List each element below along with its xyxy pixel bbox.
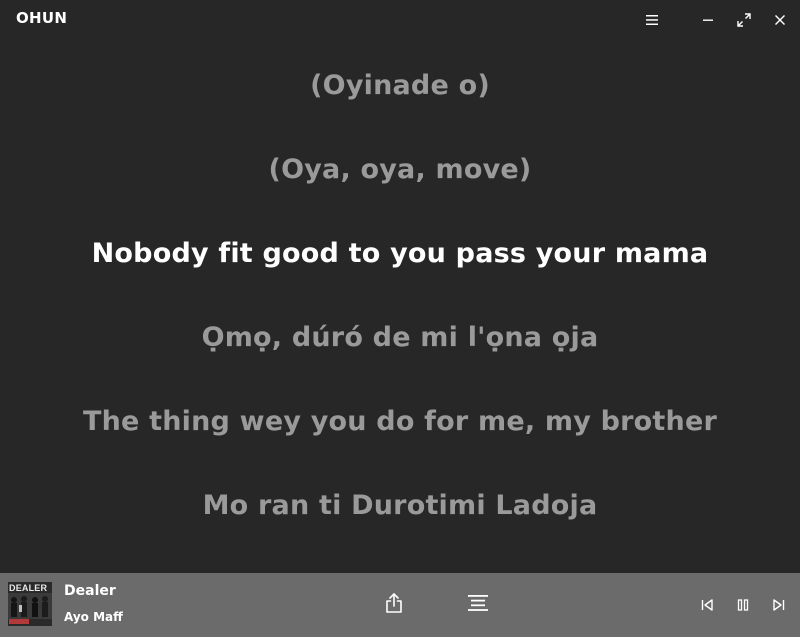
track-artist[interactable]: Ayo Maff [64, 610, 123, 624]
cover-tag [9, 619, 29, 624]
queue-icon [468, 595, 488, 615]
app-window: OHUN (Oyinade o) (Oya, oya, move) Nobody… [0, 0, 800, 637]
fullscreen-button[interactable] [734, 10, 754, 30]
minimize-icon [702, 14, 714, 26]
cover-title: DEALER [9, 583, 48, 593]
lyric-line[interactable]: The thing wey you do for me, my brother [0, 406, 800, 437]
next-button[interactable] [769, 595, 789, 615]
track-title[interactable]: Dealer [64, 583, 116, 599]
previous-icon [701, 596, 713, 615]
player-bar: DEALER Dealer Ayo Maff [0, 573, 800, 637]
close-button[interactable] [770, 10, 790, 30]
close-icon [774, 14, 786, 26]
menu-button[interactable] [642, 10, 662, 30]
pause-button[interactable] [733, 595, 753, 615]
fullscreen-icon [737, 13, 751, 27]
menu-icon [646, 15, 658, 25]
queue-button[interactable] [466, 593, 490, 617]
next-icon [773, 596, 785, 615]
album-cover[interactable]: DEALER [8, 582, 52, 626]
previous-button[interactable] [697, 595, 717, 615]
pause-icon [737, 596, 749, 615]
title-bar: OHUN [0, 0, 800, 40]
cover-figures-image [8, 593, 52, 619]
lyric-line-current[interactable]: Nobody fit good to you pass your mama [0, 238, 800, 269]
app-title: OHUN [16, 9, 68, 27]
share-icon [384, 592, 404, 618]
lyric-line[interactable]: Mo ran ti Durotimi Ladoja [0, 490, 800, 521]
minimize-button[interactable] [698, 10, 718, 30]
share-button[interactable] [382, 593, 406, 617]
lyrics-panel: (Oyinade o) (Oya, oya, move) Nobody fit … [0, 46, 800, 566]
lyric-line[interactable]: (Oya, oya, move) [0, 154, 800, 185]
lyric-line[interactable]: (Oyinade o) [0, 70, 800, 101]
lyric-line[interactable]: Ọmọ, dúró de mi l'ọna ọja [0, 322, 800, 353]
